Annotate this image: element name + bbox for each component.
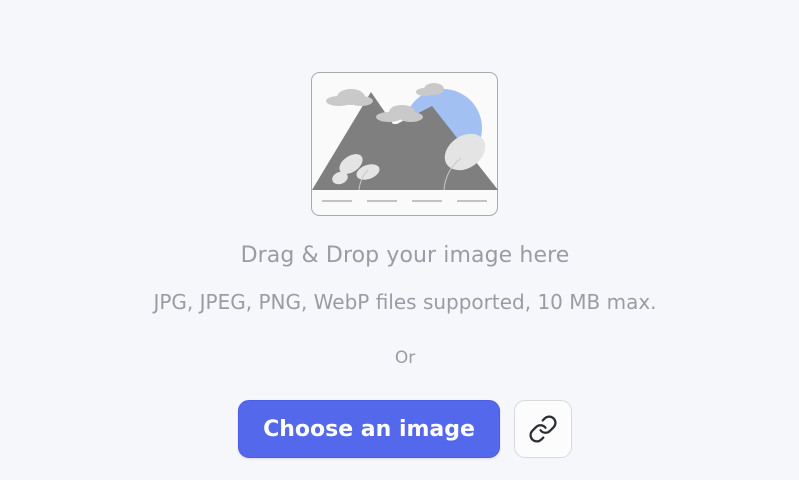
dropzone-title: Drag & Drop your image here [240, 243, 570, 268]
link-icon [528, 414, 558, 444]
image-placeholder-illustration [311, 72, 498, 216]
supported-formats-text: JPG, JPEG, PNG, WebP files supported, 10… [153, 290, 657, 314]
link-button[interactable] [514, 400, 572, 458]
upload-dropzone[interactable]: Drag & Drop your image here JPG, JPEG, P… [0, 0, 799, 480]
or-separator: Or [394, 348, 416, 368]
choose-image-button[interactable]: Choose an image [238, 400, 500, 458]
